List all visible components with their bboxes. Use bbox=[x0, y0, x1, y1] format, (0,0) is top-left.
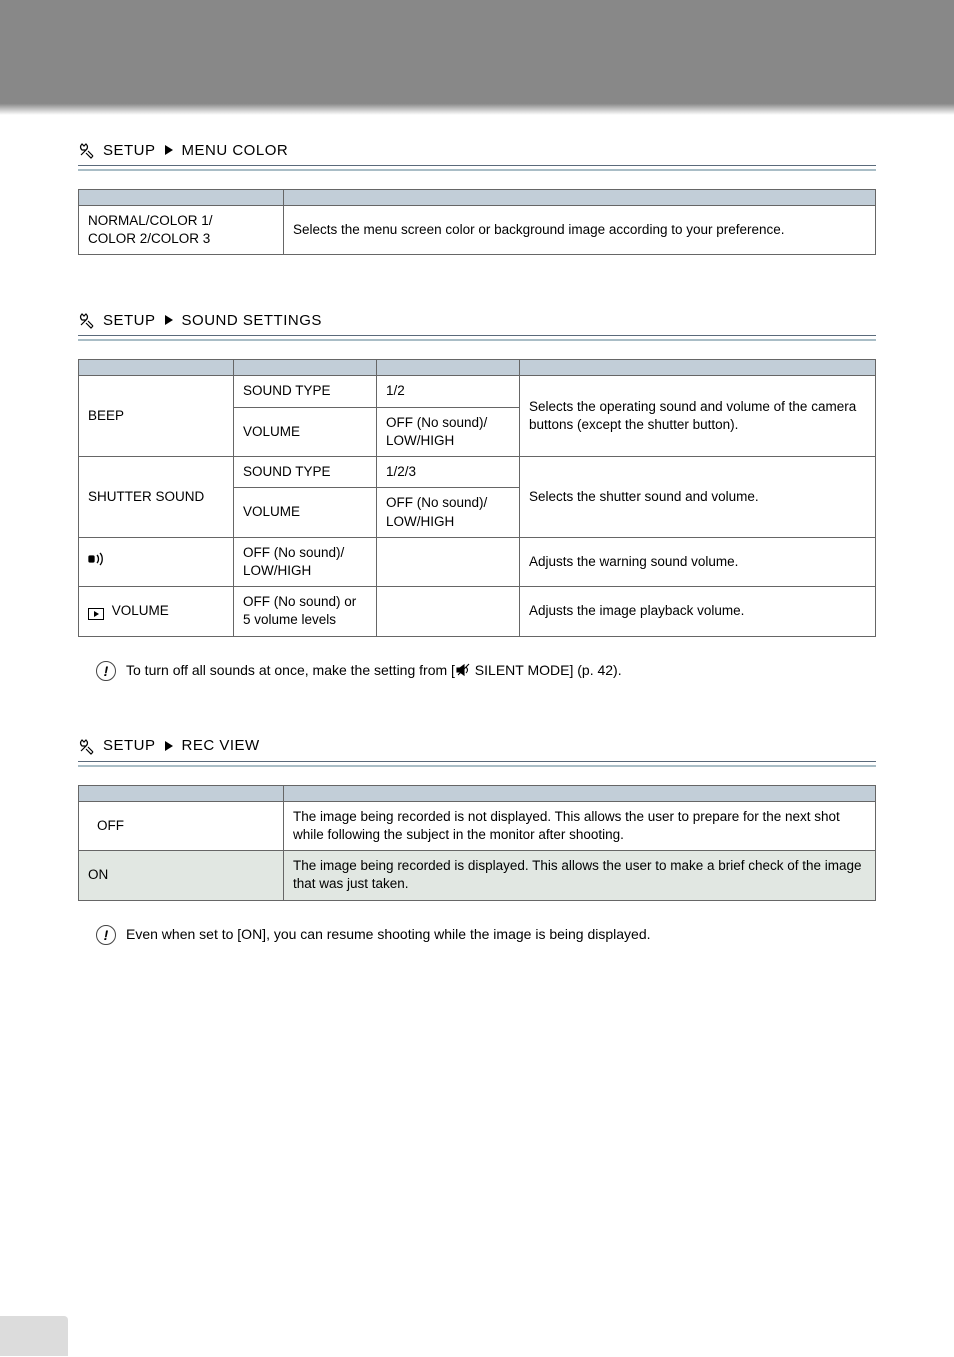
setup-label: SETUP bbox=[103, 737, 156, 754]
shutter-volume-value: OFF (No sound)/ LOW/HIGH bbox=[377, 488, 520, 537]
play-volume-label: VOLUME bbox=[108, 603, 169, 618]
beep-soundtype-label: SOUND TYPE bbox=[234, 376, 377, 407]
play-volume-desc: Adjusts the image playback volume. bbox=[520, 587, 876, 636]
shutter-label: SHUTTER SOUND bbox=[79, 457, 234, 538]
setup-tools-icon bbox=[78, 737, 96, 755]
setup-label: SETUP bbox=[103, 142, 156, 159]
double-rule bbox=[78, 761, 876, 767]
menu-color-table: NORMAL/COLOR 1/ COLOR 2/COLOR 3 Selects … bbox=[78, 189, 876, 255]
rec-view-label: REC VIEW bbox=[182, 737, 260, 754]
menu-color-label: MENU COLOR bbox=[182, 142, 289, 159]
double-rule bbox=[78, 165, 876, 171]
rec-view-off-label: OFF bbox=[79, 801, 284, 850]
sound-note-text: To turn off all sounds at once, make the… bbox=[126, 661, 622, 681]
shutter-soundtype-value: 1/2/3 bbox=[377, 457, 520, 488]
playback-icon bbox=[88, 608, 104, 620]
double-rule bbox=[78, 335, 876, 341]
rec-view-on-desc: The image being recorded is displayed. T… bbox=[284, 851, 876, 900]
top-banner bbox=[0, 0, 954, 115]
note-icon: ! bbox=[96, 661, 116, 681]
warning-sound-icon-cell bbox=[79, 537, 234, 586]
play-volume-value: OFF (No sound) or 5 volume levels bbox=[234, 587, 377, 636]
rec-view-off-desc: The image being recorded is not displaye… bbox=[284, 801, 876, 850]
warning-sound-icon bbox=[88, 552, 110, 571]
section-header-rec-view: SETUP REC VIEW bbox=[78, 737, 876, 755]
beep-volume-value: OFF (No sound)/ LOW/HIGH bbox=[377, 407, 520, 456]
beep-volume-label: VOLUME bbox=[234, 407, 377, 456]
rec-view-table: OFF The image being recorded is not disp… bbox=[78, 785, 876, 901]
sound-settings-label: SOUND SETTINGS bbox=[182, 312, 322, 329]
warning-value: OFF (No sound)/ LOW/HIGH bbox=[234, 537, 377, 586]
menu-color-desc: Selects the menu screen color or backgro… bbox=[284, 206, 876, 255]
rec-view-on-label: ON bbox=[79, 851, 284, 900]
shutter-volume-label: VOLUME bbox=[234, 488, 377, 537]
page-content: SETUP MENU COLOR NORMAL/COLOR 1/ COLOR 2… bbox=[0, 115, 954, 945]
play-volume-label-cell: VOLUME bbox=[79, 587, 234, 636]
warning-desc: Adjusts the warning sound volume. bbox=[520, 537, 876, 586]
empty-cell bbox=[377, 587, 520, 636]
page-tab-marker bbox=[0, 1316, 68, 1356]
setup-tools-icon bbox=[78, 141, 96, 159]
arrow-right-icon bbox=[165, 315, 173, 325]
rec-view-note: ! Even when set to [ON], you can resume … bbox=[96, 925, 876, 945]
section-header-sound-settings: SETUP SOUND SETTINGS bbox=[78, 311, 876, 329]
sound-settings-table: BEEP SOUND TYPE 1/2 Selects the operatin… bbox=[78, 359, 876, 636]
note-icon: ! bbox=[96, 925, 116, 945]
arrow-right-icon bbox=[165, 741, 173, 751]
silent-mode-icon bbox=[455, 663, 471, 677]
sound-note: ! To turn off all sounds at once, make t… bbox=[96, 661, 876, 681]
beep-desc: Selects the operating sound and volume o… bbox=[520, 376, 876, 457]
empty-cell bbox=[377, 537, 520, 586]
beep-soundtype-value: 1/2 bbox=[377, 376, 520, 407]
arrow-right-icon bbox=[165, 145, 173, 155]
setup-tools-icon bbox=[78, 311, 96, 329]
rec-view-note-text: Even when set to [ON], you can resume sh… bbox=[126, 925, 651, 945]
beep-label: BEEP bbox=[79, 376, 234, 457]
shutter-desc: Selects the shutter sound and volume. bbox=[520, 457, 876, 538]
shutter-soundtype-label: SOUND TYPE bbox=[234, 457, 377, 488]
section-header-menu-color: SETUP MENU COLOR bbox=[78, 141, 876, 159]
setup-label: SETUP bbox=[103, 312, 156, 329]
menu-color-options: NORMAL/COLOR 1/ COLOR 2/COLOR 3 bbox=[79, 206, 284, 255]
